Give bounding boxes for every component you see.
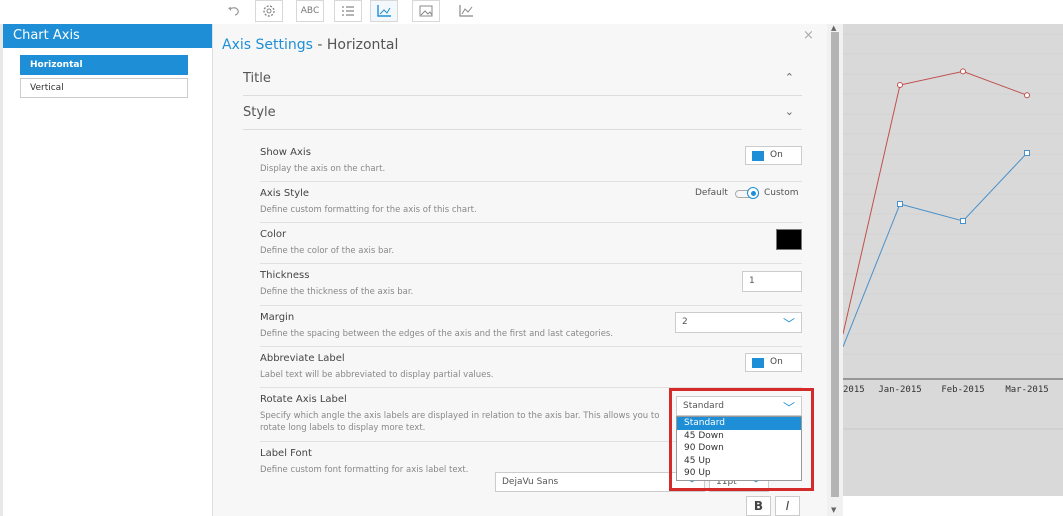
row-desc: Define the thickness of the axis bar.: [260, 287, 414, 297]
option-custom-label: Custom: [764, 188, 799, 198]
chart-svg: 2015 Jan-2015 Feb-2015 Mar-2015: [842, 33, 1063, 430]
sidebar-item-horizontal[interactable]: Horizontal: [20, 55, 188, 75]
margin-select[interactable]: 2 ﹀: [675, 312, 802, 333]
data-point: [960, 218, 966, 224]
italic-button[interactable]: I: [775, 496, 800, 516]
data-point: [897, 82, 903, 88]
panel-title-accent: Axis Settings: [222, 37, 313, 53]
undo-icon[interactable]: [220, 0, 248, 22]
row-desc: Define custom formatting for the axis of…: [260, 205, 477, 215]
list-icon[interactable]: [334, 0, 362, 22]
x-tick-label: Feb-2015: [941, 385, 984, 395]
panel-scrollbar[interactable]: ▲ ▼: [827, 24, 843, 516]
row-desc: Define custom font formatting for axis l…: [260, 465, 469, 475]
axis-icon[interactable]: [370, 0, 398, 22]
row-label: Rotate Axis Label: [260, 394, 347, 405]
bold-button[interactable]: B: [746, 496, 771, 516]
row-desc: Display the axis on the chart.: [260, 164, 386, 174]
chevron-up-icon: ⌃: [784, 71, 794, 84]
scroll-up-icon[interactable]: ▲: [831, 24, 836, 32]
row-desc: Specify which angle the axis labels are …: [260, 411, 660, 433]
abbreviate-label-toggle[interactable]: On: [745, 353, 802, 372]
section-style[interactable]: Style ⌄: [243, 97, 802, 130]
panel-title: Axis Settings - Horizontal: [222, 37, 398, 53]
row-desc: Label text will be abbreviated to displa…: [260, 370, 494, 380]
data-point: [960, 68, 966, 75]
toggle-indicator: [752, 151, 764, 161]
data-point: [897, 201, 903, 207]
data-point: [1024, 150, 1030, 156]
row-label: Margin: [260, 312, 295, 323]
row-color: Color Define the color of the axis bar.: [260, 223, 802, 264]
toggle-label: On: [770, 150, 783, 160]
data-point: [1024, 92, 1030, 99]
red-highlight-box: [669, 388, 814, 491]
image-icon[interactable]: [412, 0, 440, 22]
row-label: Axis Style: [260, 188, 310, 199]
row-label: Show Axis: [260, 147, 311, 158]
section-style-label: Style: [243, 105, 276, 120]
thickness-input[interactable]: 1: [742, 271, 802, 292]
row-label: Thickness: [260, 270, 310, 281]
toggle-label: On: [770, 357, 783, 367]
close-icon[interactable]: ×: [803, 28, 814, 43]
color-swatch[interactable]: [776, 229, 802, 250]
sidebar-item-vertical[interactable]: Vertical: [20, 78, 188, 98]
chevron-down-icon: ⌄: [784, 105, 794, 118]
row-thickness: Thickness Define the thickness of the ax…: [260, 264, 802, 306]
switch-knob[interactable]: [747, 187, 759, 199]
sidebar-title: Chart Axis: [3, 24, 212, 48]
chart-axis-sidebar: Chart Axis Horizontal Vertical: [3, 24, 213, 516]
series-line-1: [842, 152, 1028, 347]
show-axis-toggle[interactable]: On: [745, 146, 802, 165]
row-desc: Define the color of the axis bar.: [260, 246, 395, 256]
line-chart-icon[interactable]: [452, 0, 480, 22]
settings-gear-icon[interactable]: [255, 0, 283, 22]
row-desc: Define the spacing between the edges of …: [260, 329, 614, 339]
row-label: Color: [260, 229, 287, 240]
axis-style-switch[interactable]: Default Custom: [695, 187, 798, 199]
x-tick-label: Jan-2015: [878, 385, 921, 395]
font-value: DejaVu Sans: [502, 477, 559, 487]
row-label: Abbreviate Label: [260, 353, 345, 364]
chevron-down-icon: ﹀: [782, 317, 795, 331]
panel-title-rest: - Horizontal: [312, 37, 399, 53]
chart-preview: 2015 Jan-2015 Feb-2015 Mar-2015: [842, 24, 1063, 496]
x-tick-label: 2015: [843, 385, 865, 395]
row-abbreviate-label: Abbreviate Label Label text will be abbr…: [260, 347, 802, 388]
section-title-label: Title: [243, 71, 271, 86]
scroll-down-icon[interactable]: ▼: [831, 506, 836, 514]
scroll-thumb[interactable]: [831, 32, 839, 497]
row-label: Label Font: [260, 448, 312, 459]
option-default-label: Default: [695, 188, 728, 198]
series-line-0: [842, 70, 1028, 335]
abc-label-icon[interactable]: ABC: [296, 0, 324, 22]
toolbar: ABC: [0, 0, 1063, 24]
margin-value: 2: [682, 317, 688, 327]
x-tick-label: Mar-2015: [1005, 385, 1048, 395]
abc-label-text: ABC: [300, 6, 320, 16]
toggle-indicator: [752, 358, 764, 368]
section-title[interactable]: Title ⌃: [243, 63, 802, 96]
row-show-axis: Show Axis Display the axis on the chart.: [260, 141, 802, 182]
